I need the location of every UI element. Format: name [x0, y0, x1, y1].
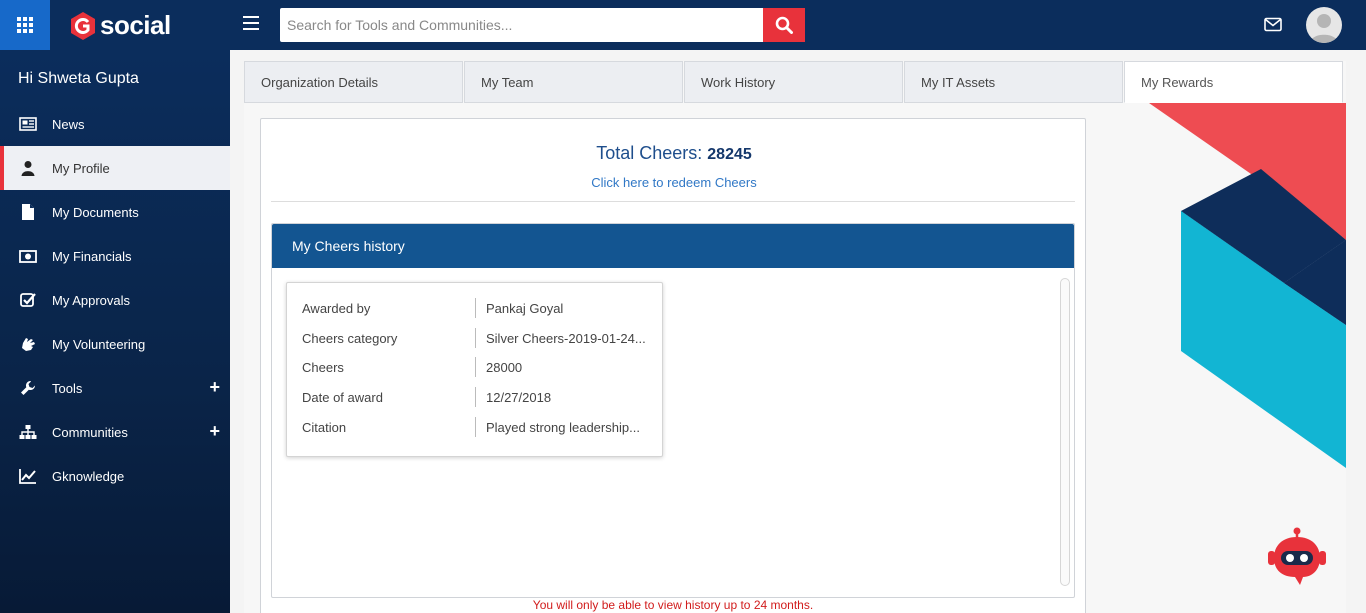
- field-value: Played strong leadership...: [486, 420, 640, 435]
- sidebar-item-label: Gknowledge: [52, 468, 125, 484]
- field-label: Citation: [302, 420, 347, 435]
- wrench-icon: [18, 378, 38, 398]
- chatbot-robot-icon[interactable]: [1266, 527, 1328, 594]
- total-cheers-label: Total Cheers:: [596, 143, 703, 163]
- sidebar-item-my-volunteering[interactable]: My Volunteering: [0, 322, 230, 366]
- divider: [475, 298, 476, 318]
- sidebar-item-my-profile[interactable]: My Profile: [0, 146, 230, 190]
- tab-organization-details[interactable]: Organization Details: [244, 61, 463, 103]
- field-label: Cheers category: [302, 331, 398, 346]
- tab-my-team[interactable]: My Team: [464, 61, 683, 103]
- tab-work-history[interactable]: Work History: [684, 61, 903, 103]
- hand-icon: [18, 334, 38, 354]
- cheers-history-title: My Cheers history: [272, 224, 1074, 268]
- total-cheers-value: 28245: [707, 146, 752, 163]
- divider: [475, 328, 476, 348]
- sidebar-item-gknowledge[interactable]: Gknowledge: [0, 454, 230, 498]
- logo-hexagon-icon: [71, 11, 95, 40]
- row-date-of-award: Date of award 12/27/2018: [302, 387, 647, 409]
- top-bar: social: [0, 0, 1366, 50]
- avatar[interactable]: [1306, 7, 1342, 43]
- row-cheers: Cheers 28000: [302, 357, 647, 379]
- user-icon: [18, 158, 38, 178]
- sidebar-item-my-documents[interactable]: My Documents: [0, 190, 230, 234]
- search-icon: [775, 16, 793, 34]
- cheers-history-panel: My Cheers history Awarded by Pankaj Goya…: [271, 223, 1075, 598]
- sidebar: Hi Shweta Gupta News My Profile My Docum…: [0, 50, 230, 613]
- tab-my-it-assets[interactable]: My IT Assets: [904, 61, 1123, 103]
- sidebar-item-label: Communities: [52, 424, 128, 440]
- divider: [475, 417, 476, 437]
- logo[interactable]: social: [70, 10, 171, 41]
- cheers-entry-card[interactable]: Awarded by Pankaj Goyal Cheers category …: [286, 282, 663, 457]
- total-cheers: Total Cheers: 28245: [261, 143, 1087, 164]
- divider: [271, 201, 1075, 202]
- expand-plus-icon[interactable]: +: [209, 422, 220, 440]
- sidebar-item-label: My Profile: [52, 160, 110, 176]
- field-value: Pankaj Goyal: [486, 301, 564, 316]
- tab-my-rewards[interactable]: My Rewards: [1124, 61, 1343, 103]
- expand-plus-icon[interactable]: +: [209, 378, 220, 396]
- history-notice: You will only be able to view history up…: [532, 598, 814, 612]
- sidebar-item-label: My Documents: [52, 204, 139, 220]
- checkbox-icon: [18, 290, 38, 310]
- user-avatar-icon: [1310, 14, 1338, 43]
- document-icon: [18, 202, 38, 222]
- main-content: Organization Details My Team Work Histor…: [244, 61, 1346, 613]
- hamburger-menu-button[interactable]: [243, 16, 259, 30]
- search-input[interactable]: [280, 8, 763, 42]
- logo-text: social: [100, 10, 171, 40]
- sidebar-nav: News My Profile My Documents My Financia…: [0, 102, 230, 498]
- divider: [475, 387, 476, 407]
- scrollbar[interactable]: [1060, 278, 1070, 586]
- money-icon: [18, 246, 38, 266]
- sidebar-item-my-financials[interactable]: My Financials: [0, 234, 230, 278]
- divider: [475, 357, 476, 377]
- sidebar-item-news[interactable]: News: [0, 102, 230, 146]
- field-value: 28000: [486, 360, 523, 375]
- user-greeting: Hi Shweta Gupta: [18, 70, 139, 87]
- rewards-card: Total Cheers: 28245 Click here to redeem…: [260, 118, 1086, 613]
- row-citation: Citation Played strong leadership...: [302, 417, 647, 439]
- field-label: Awarded by: [302, 301, 371, 316]
- field-label: Cheers: [302, 360, 344, 375]
- chart-line-icon: [18, 466, 38, 486]
- sidebar-item-communities[interactable]: Communities +: [0, 410, 230, 454]
- sidebar-item-label: My Financials: [52, 248, 132, 264]
- field-value: 12/27/2018: [486, 390, 552, 405]
- redeem-cheers-link[interactable]: Click here to redeem Cheers: [261, 175, 1087, 190]
- app-launcher-button[interactable]: [0, 0, 50, 50]
- sidebar-item-label: My Approvals: [52, 292, 131, 308]
- sidebar-item-label: Tools: [52, 380, 83, 396]
- newspaper-icon: [18, 114, 38, 134]
- mail-icon[interactable]: [1264, 17, 1282, 37]
- sidebar-item-my-approvals[interactable]: My Approvals: [0, 278, 230, 322]
- sidebar-item-label: My Volunteering: [52, 336, 146, 352]
- profile-tabs: Organization Details My Team Work Histor…: [244, 61, 1344, 103]
- search-button[interactable]: [763, 8, 805, 42]
- sidebar-item-label: News: [52, 116, 85, 132]
- field-label: Date of award: [302, 390, 383, 405]
- sidebar-item-tools[interactable]: Tools +: [0, 366, 230, 410]
- grid-icon: [17, 17, 33, 33]
- sitemap-icon: [18, 422, 38, 442]
- field-value: Silver Cheers-2019-01-24...: [486, 331, 646, 346]
- row-awarded-by: Awarded by Pankaj Goyal: [302, 298, 647, 320]
- row-cheers-category: Cheers category Silver Cheers-2019-01-24…: [302, 328, 647, 350]
